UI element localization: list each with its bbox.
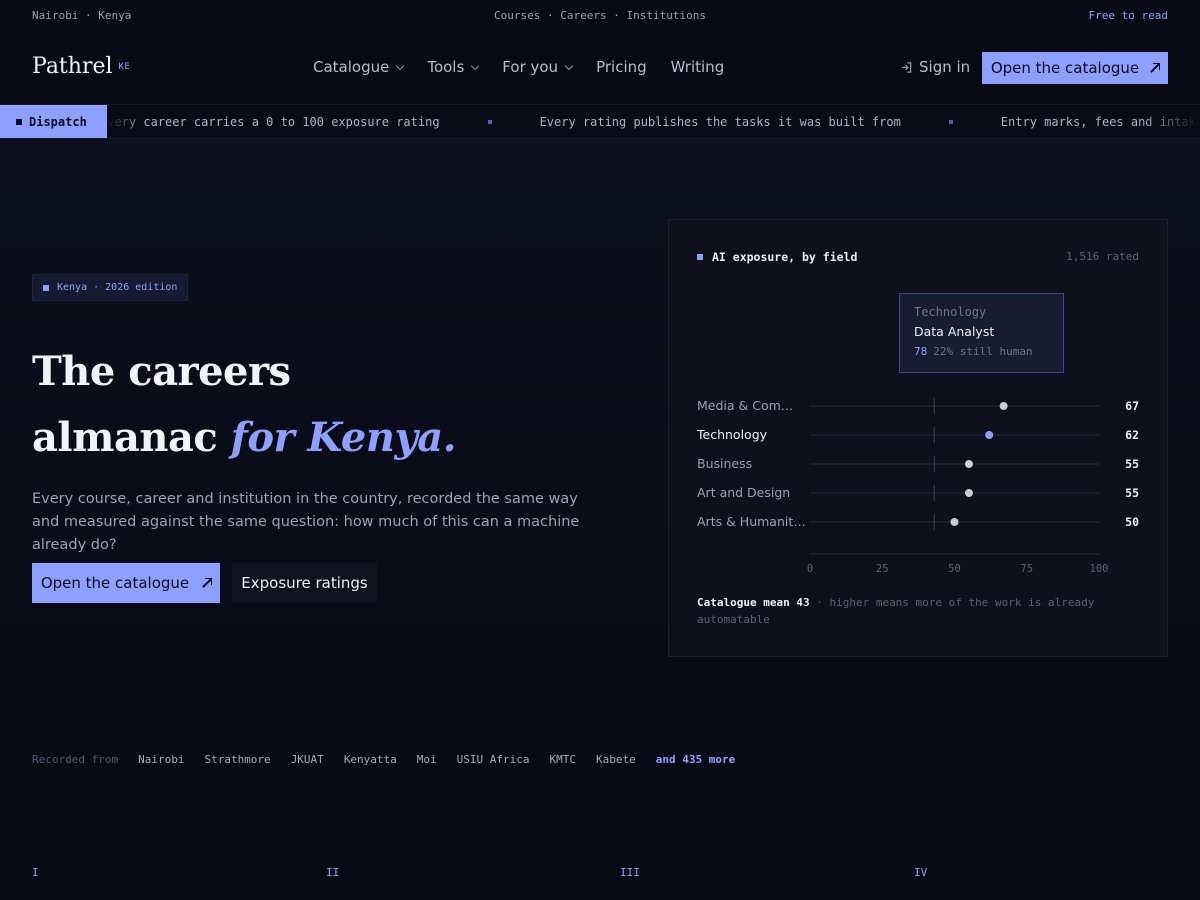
category-label: Art and Design: [697, 485, 790, 500]
institution-link[interactable]: Nairobi: [138, 753, 184, 766]
dispatch-tag: Dispatch: [0, 105, 107, 138]
brand-badge: KE: [118, 62, 131, 72]
chart-tooltip: Technology Data Analyst 78 22% still huma…: [899, 293, 1064, 373]
data-point: [950, 518, 959, 526]
edition-label: Kenya · 2026 edition: [57, 282, 178, 293]
top-links[interactable]: Courses · Careers · Institutions: [0, 9, 1200, 22]
data-point: [964, 489, 973, 497]
institution-link[interactable]: JKUAT: [291, 753, 324, 766]
catalogue-mean: Catalogue mean 43: [697, 596, 810, 609]
square-icon: [43, 284, 49, 291]
value-label: 55: [1125, 457, 1139, 471]
edition-badge: Kenya · 2026 edition: [32, 274, 189, 301]
recorded-from-strip: Recorded from Nairobi Strathmore JKUAT K…: [32, 753, 735, 766]
value-label: 67: [1125, 399, 1139, 413]
more-institutions-link[interactable]: and 435 more: [656, 753, 735, 766]
ticker-separator: [948, 120, 953, 124]
ticker-fade-right: [1140, 105, 1200, 138]
hero-section: Kenya · 2026 edition The careers almanac…: [0, 139, 1200, 699]
hero-lede: Every course, career and institution in …: [32, 491, 580, 553]
button-label: Exposure ratings: [241, 574, 368, 592]
section-numeral: IV: [914, 866, 928, 879]
square-icon: [16, 119, 22, 125]
headline-line-2: almanac: [32, 414, 218, 461]
x-tick-label: 75: [1020, 563, 1033, 575]
category-label: Arts & Humanit…: [697, 514, 806, 529]
headline-accent: for Kenya: [230, 414, 443, 461]
exposure-chart-card: AI exposure, by field 1,516 rated Media …: [668, 219, 1168, 657]
section-numeral: I: [32, 866, 39, 879]
ticker-item: Every career carries a 0 to 100 exposure…: [100, 115, 440, 129]
tooltip-field: Technology: [914, 305, 987, 319]
main-nav: Pathrel KE Catalogue Tools For you Pricin…: [0, 32, 1200, 104]
tooltip-score: 78 22% still human: [914, 345, 1049, 358]
sign-in-icon: [901, 61, 912, 73]
nav-item-label: For you: [502, 58, 559, 76]
nav-item-label: Pricing: [596, 58, 647, 76]
institution-link[interactable]: Kenyatta: [344, 753, 397, 766]
open-catalogue-label: Open the catalogue: [990, 59, 1140, 77]
section-numeral: II: [326, 866, 340, 879]
nav-item-pricing[interactable]: Pricing: [596, 58, 647, 76]
button-label: Open the catalogue: [40, 574, 190, 592]
nav-item-for-you[interactable]: For you: [502, 58, 574, 76]
x-tick-label: 50: [948, 563, 961, 575]
category-label: Technology: [696, 427, 768, 442]
x-tick-label: 100: [1090, 563, 1109, 575]
nav-item-tools[interactable]: Tools: [427, 58, 480, 76]
chart-footnote: Catalogue mean 43 · higher means more of…: [697, 594, 1137, 628]
brand-name: Pathrel: [32, 54, 113, 79]
value-label: 50: [1125, 515, 1139, 529]
exposure-chart: Media & Com… 67 Technology 62 Business 55 Art …: [696, 398, 1139, 575]
arrow-up-right-icon: [201, 578, 213, 588]
page-title: The careers almanac for Kenya.: [32, 339, 457, 471]
headline-line-1: The careers: [32, 348, 291, 395]
data-point: [964, 460, 973, 468]
institution-link[interactable]: Kabete: [596, 753, 636, 766]
brand-logo[interactable]: Pathrel KE: [32, 54, 130, 79]
chevron-down-icon: [396, 61, 405, 70]
category-label: Media & Com…: [697, 398, 793, 413]
tooltip-score-value: 78: [914, 345, 928, 358]
sign-in-link[interactable]: Sign in: [900, 58, 970, 76]
institution-link[interactable]: KMTC: [550, 753, 577, 766]
top-utility-bar: Nairobi · Kenya Courses · Careers · Inst…: [0, 0, 1200, 32]
ticker-fade-left: [107, 105, 147, 138]
ticker-track: Every career carries a 0 to 100 exposure…: [100, 105, 1200, 138]
institution-link[interactable]: USIU Africa: [457, 753, 530, 766]
recorded-lead: Recorded from: [32, 753, 119, 766]
institution-link[interactable]: Moi: [417, 753, 437, 766]
section-numeral: III: [620, 866, 640, 879]
open-catalogue-button[interactable]: Open the catalogue: [982, 52, 1168, 84]
exposure-ratings-button[interactable]: Exposure ratings: [232, 563, 377, 603]
nav-item-label: Catalogue: [313, 58, 390, 76]
sign-in-label: Sign in: [919, 58, 971, 76]
ticker-separator: [487, 120, 492, 124]
tooltip-role: Data Analyst: [914, 324, 995, 339]
chevron-down-icon: [471, 61, 480, 70]
arrow-up-right-icon: [1149, 63, 1161, 73]
open-catalogue-hero-button[interactable]: Open the catalogue: [32, 563, 220, 603]
value-label: 55: [1125, 486, 1139, 500]
dispatch-label: Dispatch: [29, 115, 87, 129]
headline-period: .: [442, 414, 457, 461]
tooltip-score-note: 22% still human: [933, 345, 1033, 358]
category-label: Business: [697, 456, 752, 471]
nav-item-label: Tools: [427, 58, 465, 76]
free-to-read-link[interactable]: Free to read: [1089, 9, 1168, 22]
x-tick-label: 0: [807, 563, 813, 575]
institution-link[interactable]: Strathmore: [204, 753, 270, 766]
data-point: [985, 431, 994, 439]
chevron-down-icon: [564, 61, 574, 70]
nav-item-writing[interactable]: Writing: [671, 58, 725, 76]
ticker-item: Every rating publishes the tasks it was …: [539, 115, 901, 129]
nav-item-label: Writing: [670, 58, 725, 76]
nav-item-catalogue[interactable]: Catalogue: [313, 58, 405, 76]
nav-menu: Catalogue Tools For you Pricing Writing: [313, 58, 724, 76]
value-label: 62: [1125, 428, 1139, 442]
dispatch-ticker: Dispatch Every career carries a 0 to 100…: [0, 104, 1200, 139]
data-point: [999, 402, 1008, 410]
x-tick-label: 25: [876, 563, 889, 575]
